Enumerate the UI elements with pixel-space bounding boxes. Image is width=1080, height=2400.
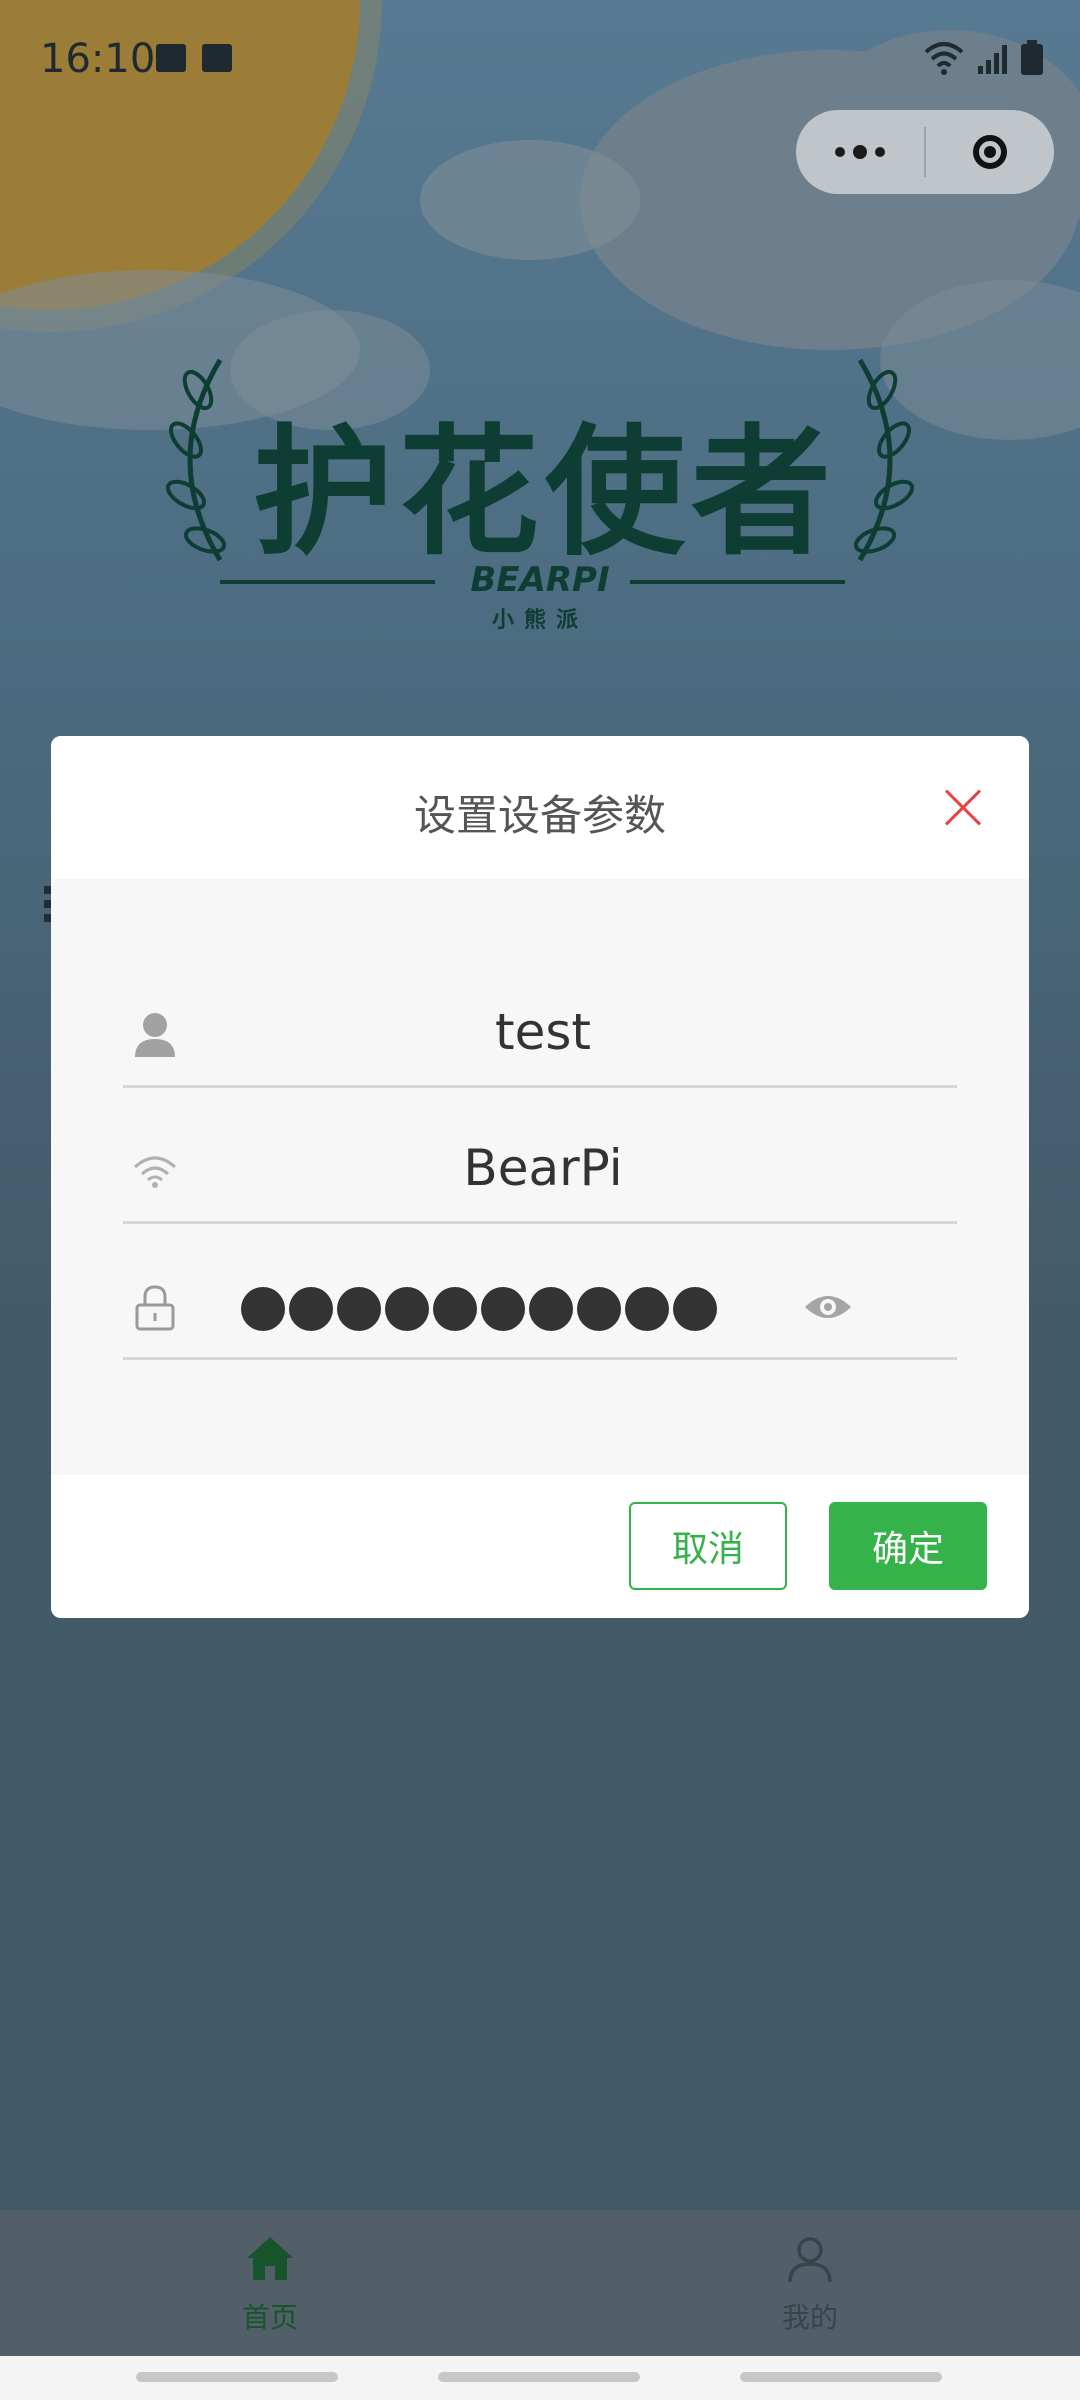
close-icon[interactable] xyxy=(943,788,983,828)
capsule-close-button[interactable] xyxy=(926,110,1054,194)
user-icon xyxy=(135,1013,175,1057)
logo-divider xyxy=(220,580,435,584)
logo-divider xyxy=(630,580,845,584)
status-bar: 16:10 xyxy=(0,0,1080,120)
nav-handle[interactable] xyxy=(438,2372,640,2382)
dialog-title: 设置设备参数 xyxy=(413,791,666,840)
cloud-decoration xyxy=(420,140,640,260)
laurel-right-icon xyxy=(853,358,915,562)
laurel-left-icon xyxy=(165,358,227,562)
password-dot xyxy=(241,1287,285,1331)
eye-icon[interactable] xyxy=(803,1289,853,1325)
tab-mine[interactable]: 我的 xyxy=(540,2210,1080,2356)
system-navigation-bar xyxy=(0,2356,1080,2400)
app-logo: 护花使者 BEARPI 小熊派 xyxy=(150,340,930,633)
lock-icon xyxy=(135,1285,175,1331)
signal-icon xyxy=(978,45,1007,74)
logo-brand: BEARPI xyxy=(470,560,610,600)
image-icon xyxy=(156,44,186,72)
device-name-field[interactable]: test xyxy=(123,985,957,1088)
battery-icon xyxy=(1021,40,1043,75)
nav-handle[interactable] xyxy=(740,2372,942,2382)
tab-mine-label: 我的 xyxy=(781,2301,838,2334)
cancel-button[interactable]: 取消 xyxy=(629,1502,787,1590)
device-name-value[interactable]: test xyxy=(203,1003,883,1061)
tab-home[interactable]: 首页 xyxy=(0,2210,540,2356)
confirm-button[interactable]: 确定 xyxy=(829,1502,987,1590)
logo-subtitle: 小熊派 xyxy=(491,608,588,633)
media-icon xyxy=(202,44,232,72)
password-dot xyxy=(337,1287,381,1331)
password-dot xyxy=(481,1287,525,1331)
wifi-ssid-value[interactable]: BearPi xyxy=(203,1139,883,1197)
password-dot xyxy=(673,1287,717,1331)
capsule-more-button[interactable] xyxy=(796,110,924,194)
target-icon xyxy=(973,135,1007,169)
wifi-icon xyxy=(133,1156,177,1188)
status-time: 16:10 xyxy=(40,36,156,82)
tab-home-label: 首页 xyxy=(241,2301,298,2334)
password-dot xyxy=(289,1287,333,1331)
status-indicators xyxy=(922,40,1044,76)
wifi-icon xyxy=(924,42,964,75)
tab-bar: 首页 我的 xyxy=(0,2210,1080,2356)
password-dot xyxy=(529,1287,573,1331)
logo-title: 护花使者 xyxy=(252,412,837,575)
more-icon xyxy=(835,145,885,159)
device-settings-dialog: 设置设备参数 test BearPi 取消 确定 xyxy=(51,736,1029,1618)
profile-icon xyxy=(788,2237,832,2283)
dialog-footer: 取消 确定 xyxy=(51,1475,1029,1618)
password-mask[interactable] xyxy=(241,1287,717,1331)
password-dot xyxy=(385,1287,429,1331)
password-dot xyxy=(433,1287,477,1331)
password-dot xyxy=(577,1287,621,1331)
home-icon xyxy=(247,2237,293,2280)
nav-handle[interactable] xyxy=(136,2372,338,2382)
wifi-ssid-field[interactable]: BearPi xyxy=(123,1121,957,1224)
password-dot xyxy=(625,1287,669,1331)
wifi-password-field[interactable] xyxy=(123,1257,957,1360)
dialog-header: 设置设备参数 xyxy=(51,736,1029,879)
mini-program-capsule xyxy=(796,110,1054,194)
